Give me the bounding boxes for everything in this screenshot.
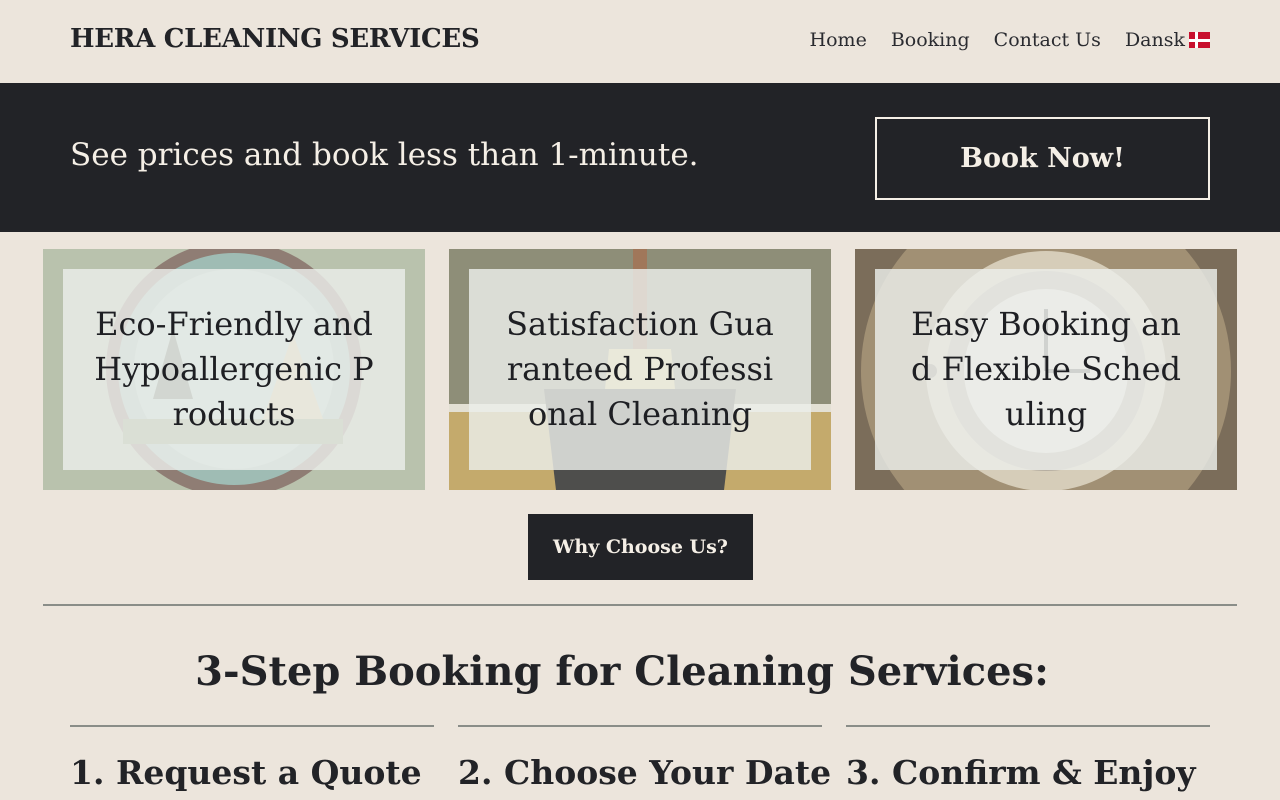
feature-title: Satisfaction Guaranteed Professional Cle… (506, 305, 774, 433)
banner-text: See prices and book less than 1-minute. (70, 137, 699, 173)
feature-title: Eco-Friendly and Hypoallergenic Products (94, 305, 374, 433)
feature-card-overlay: Satisfaction Guaranteed Professional Cle… (469, 269, 811, 470)
section-divider (43, 604, 1237, 606)
feature-card-booking: Easy Booking and Flexible Scheduling (855, 249, 1237, 490)
step-divider (846, 725, 1210, 727)
feature-title: Easy Booking and Flexible Scheduling (910, 305, 1181, 433)
step-1-title: 1. Request a Quote (70, 753, 422, 792)
step-2-title: 2. Choose Your Date (458, 753, 832, 792)
feature-card-overlay: Eco-Friendly and Hypoallergenic Products (63, 269, 405, 470)
brand-logo-text[interactable]: HERA CLEANING SERVICES (70, 24, 480, 54)
step-3-title: 3. Confirm & Enjoy (846, 753, 1196, 792)
book-now-button[interactable]: Book Now! (875, 117, 1210, 200)
language-label: Dansk (1124, 29, 1185, 51)
step-divider (70, 725, 434, 727)
step-divider (458, 725, 822, 727)
feature-card-satisfaction: Satisfaction Guaranteed Professional Cle… (449, 249, 831, 490)
nav-home[interactable]: Home (810, 29, 867, 51)
site-header: HERA CLEANING SERVICES Home Booking Cont… (0, 0, 1280, 83)
feature-card-eco: Eco-Friendly and Hypoallergenic Products (43, 249, 425, 490)
feature-card-overlay: Easy Booking and Flexible Scheduling (875, 269, 1217, 470)
nav-booking[interactable]: Booking (891, 29, 970, 51)
nav-contact-us[interactable]: Contact Us (994, 29, 1101, 51)
steps-section-title: 3-Step Booking for Cleaning Services: (195, 648, 1049, 695)
booking-banner: See prices and book less than 1-minute. … (0, 83, 1280, 232)
denmark-flag-icon (1189, 32, 1210, 48)
main-nav: Home Booking Contact Us Dansk (810, 29, 1210, 51)
language-switcher[interactable]: Dansk (1125, 29, 1210, 51)
why-choose-us-button[interactable]: Why Choose Us? (528, 514, 753, 580)
